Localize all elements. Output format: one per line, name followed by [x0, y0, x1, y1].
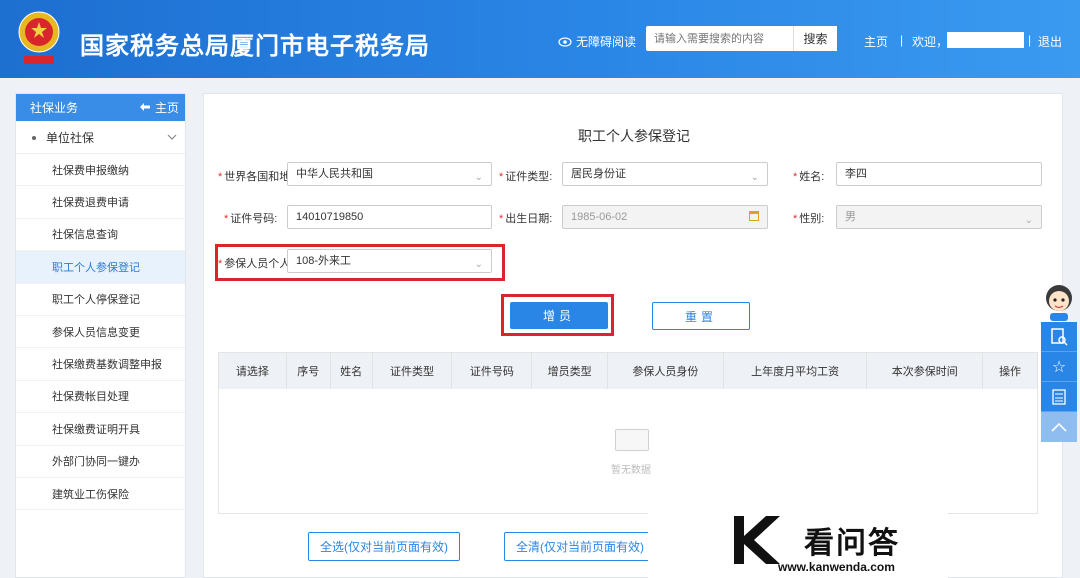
top-header: 国家税务总局厦门市电子税务局 无障碍阅读 搜索 主页 | 欢迎， | 退出 [0, 0, 1080, 78]
country-label: *世界各国和地区 [218, 171, 290, 183]
table-column-header: 增员类型 [532, 353, 609, 389]
calendar-icon [749, 211, 759, 221]
watermark-brand: 看问答 [804, 526, 900, 561]
search-button[interactable]: 搜索 [793, 26, 837, 51]
sidebar-item[interactable]: 社保缴费基数调整申报 [16, 348, 185, 381]
gender-select: 男 ⌄ [836, 205, 1042, 229]
accessible-reading-label: 无障碍阅读 [576, 35, 637, 49]
sidebar-group-unit-social-security[interactable]: 单位社保 [16, 121, 185, 154]
sidebar-header: 社保业务 主页 [16, 94, 185, 121]
calculator-icon[interactable] [1041, 382, 1077, 412]
username-redacted [947, 32, 1024, 48]
birth-date-label: * 出生日期: [499, 213, 553, 225]
sidebar-item[interactable]: 职工个人停保登记 [16, 284, 185, 316]
table-header: 请选择 序号 姓名 证件类型 证件号码 增员类型 参保人员身份 上年度月平均工资… [219, 353, 1037, 389]
chevron-down-icon: ⌄ [474, 172, 483, 183]
table-column-header: 证件类型 [373, 353, 453, 389]
eye-icon [558, 36, 572, 47]
scroll-top-icon[interactable] [1041, 412, 1077, 442]
sidebar-item[interactable]: 社保费帐目处理 [16, 381, 185, 414]
identity-label: *参保人员个人身份 [218, 258, 290, 270]
sidebar-item[interactable]: 社保信息查询 [16, 219, 185, 252]
bullet-icon [32, 136, 36, 141]
assistant-avatar-icon[interactable] [1042, 282, 1076, 322]
id-type-label: * 证件类型: [499, 171, 553, 183]
sidebar-group-label: 单位社保 [46, 130, 95, 145]
empty-state-text: 暂无数据 [611, 465, 651, 476]
name-field[interactable]: 李四 [836, 162, 1042, 186]
table-column-header: 上年度月平均工资 [724, 353, 868, 389]
home-link[interactable]: 主页 [864, 33, 888, 50]
sidebar-title: 社保业务 [30, 101, 79, 115]
chevron-down-icon: ⌄ [750, 172, 759, 183]
sidebar-item-active[interactable]: 职工个人参保登记 [16, 251, 185, 284]
table-column-header: 请选择 [219, 353, 287, 389]
sidebar-item[interactable]: 社保费退费申请 [16, 186, 185, 219]
table-column-header: 证件号码 [452, 353, 533, 389]
reset-button[interactable]: 重置 [652, 302, 750, 330]
sidebar-item[interactable]: 建筑业工伤保险 [16, 478, 185, 511]
gender-label: * 性别: [793, 213, 825, 225]
table-column-header: 姓名 [331, 353, 373, 389]
site-title: 国家税务总局厦门市电子税务局 [80, 32, 430, 60]
watermark-logo [734, 516, 780, 564]
empty-inbox-icon [615, 429, 649, 451]
country-select[interactable]: 中华人民共和国 ⌄ [287, 162, 492, 186]
table-column-header: 参保人员身份 [608, 353, 724, 389]
table-column-header: 操作 [999, 366, 1022, 378]
id-type-select[interactable]: 居民身份证 ⌄ [562, 162, 768, 186]
table-column-header: 本次参保时间 [867, 353, 984, 389]
sidebar: 社保业务 主页 单位社保 社保费申报缴纳 社保费退费申请 社保信息查询 职工个人… [15, 93, 186, 578]
watermark-url: www.kanwenda.com [778, 560, 895, 574]
sidebar-item[interactable]: 参保人员信息变更 [16, 316, 185, 349]
sidebar-home-link[interactable]: 主页 [139, 99, 179, 116]
add-member-button[interactable]: 增员 [510, 302, 608, 329]
search-input[interactable] [646, 26, 792, 51]
logout-link[interactable]: 退出 [1038, 33, 1062, 50]
separator: | [1028, 33, 1032, 47]
clear-all-button[interactable]: 全清(仅对当前页面有效) [504, 532, 656, 561]
identity-select[interactable]: 108-外来工 ⌄ [287, 249, 492, 273]
table-column-header: 序号 [287, 353, 331, 389]
back-arrow-icon [139, 103, 150, 111]
welcome-text: 欢迎， [912, 35, 949, 49]
separator: | [900, 33, 904, 47]
sidebar-item[interactable]: 社保费申报缴纳 [16, 154, 185, 187]
sidebar-item[interactable]: 社保缴费证明开具 [16, 413, 185, 446]
birth-date-field: 1985-06-02 [562, 205, 768, 229]
star-icon[interactable]: ☆ [1041, 352, 1077, 382]
select-all-button[interactable]: 全选(仅对当前页面有效) [308, 532, 460, 561]
sidebar-item[interactable]: 外部门协同一键办 [16, 446, 185, 478]
floating-toolbar: ☆ [1041, 322, 1077, 442]
page-title: 职工个人参保登记 [578, 128, 690, 144]
chevron-down-icon: ⌄ [1024, 215, 1033, 226]
chevron-down-icon [167, 134, 177, 140]
member-table: 请选择 序号 姓名 证件类型 证件号码 增员类型 参保人员身份 上年度月平均工资… [218, 352, 1038, 514]
accessible-reading-link[interactable]: 无障碍阅读 [558, 33, 636, 50]
name-label: * 姓名: [793, 171, 825, 183]
id-number-label: * 证件号码: [224, 213, 278, 225]
tax-emblem-logo [18, 11, 60, 64]
id-number-field[interactable]: 14010719850 [287, 205, 492, 229]
chevron-down-icon: ⌄ [474, 259, 483, 270]
document-search-icon[interactable] [1041, 322, 1077, 352]
sidebar-home-label: 主页 [154, 101, 179, 115]
